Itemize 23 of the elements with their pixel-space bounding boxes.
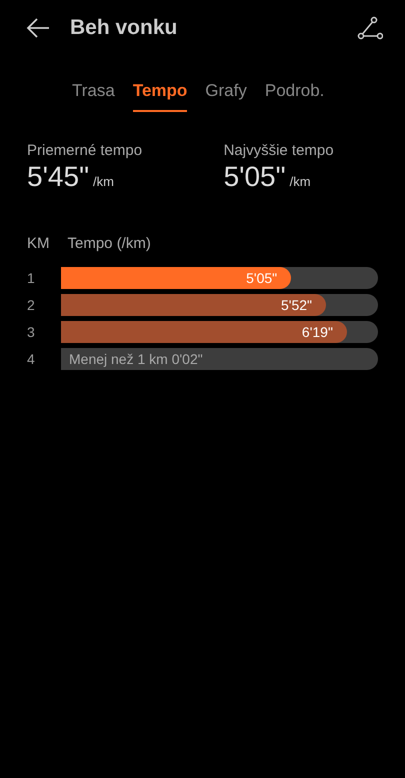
stat-label: Najvyššie tempo (224, 140, 335, 160)
column-header: Tempo (/km) (68, 234, 151, 254)
pace-label: 6'19" (302, 322, 333, 342)
km-number: 1 (27, 268, 36, 288)
unit-label: /km (93, 173, 114, 191)
tab[interactable]: Podrob. (264, 76, 324, 112)
stat-value: 5'45" (27, 162, 90, 193)
tab[interactable]: Grafy (205, 76, 247, 112)
km-number: 3 (27, 322, 36, 342)
pace-label: Menej než 1 km 0'02" (68, 351, 203, 368)
stat-value: 5'05" (224, 162, 286, 193)
tab[interactable]: Trasa (72, 76, 115, 112)
column-header: KM (27, 234, 50, 254)
pace-label: 5'05" (246, 268, 278, 288)
km-number: 2 (27, 296, 36, 315)
unit-label: /km (290, 173, 311, 191)
route-icon[interactable] (357, 16, 383, 40)
pace-label: 5'52" (280, 296, 312, 315)
km-number: 4 (27, 350, 36, 369)
tab[interactable]: Tempo (132, 76, 188, 112)
stat-label: Priemerné tempo (27, 140, 144, 160)
back-icon[interactable] (26, 18, 50, 38)
screen-title: Beh vonku (70, 15, 178, 42)
